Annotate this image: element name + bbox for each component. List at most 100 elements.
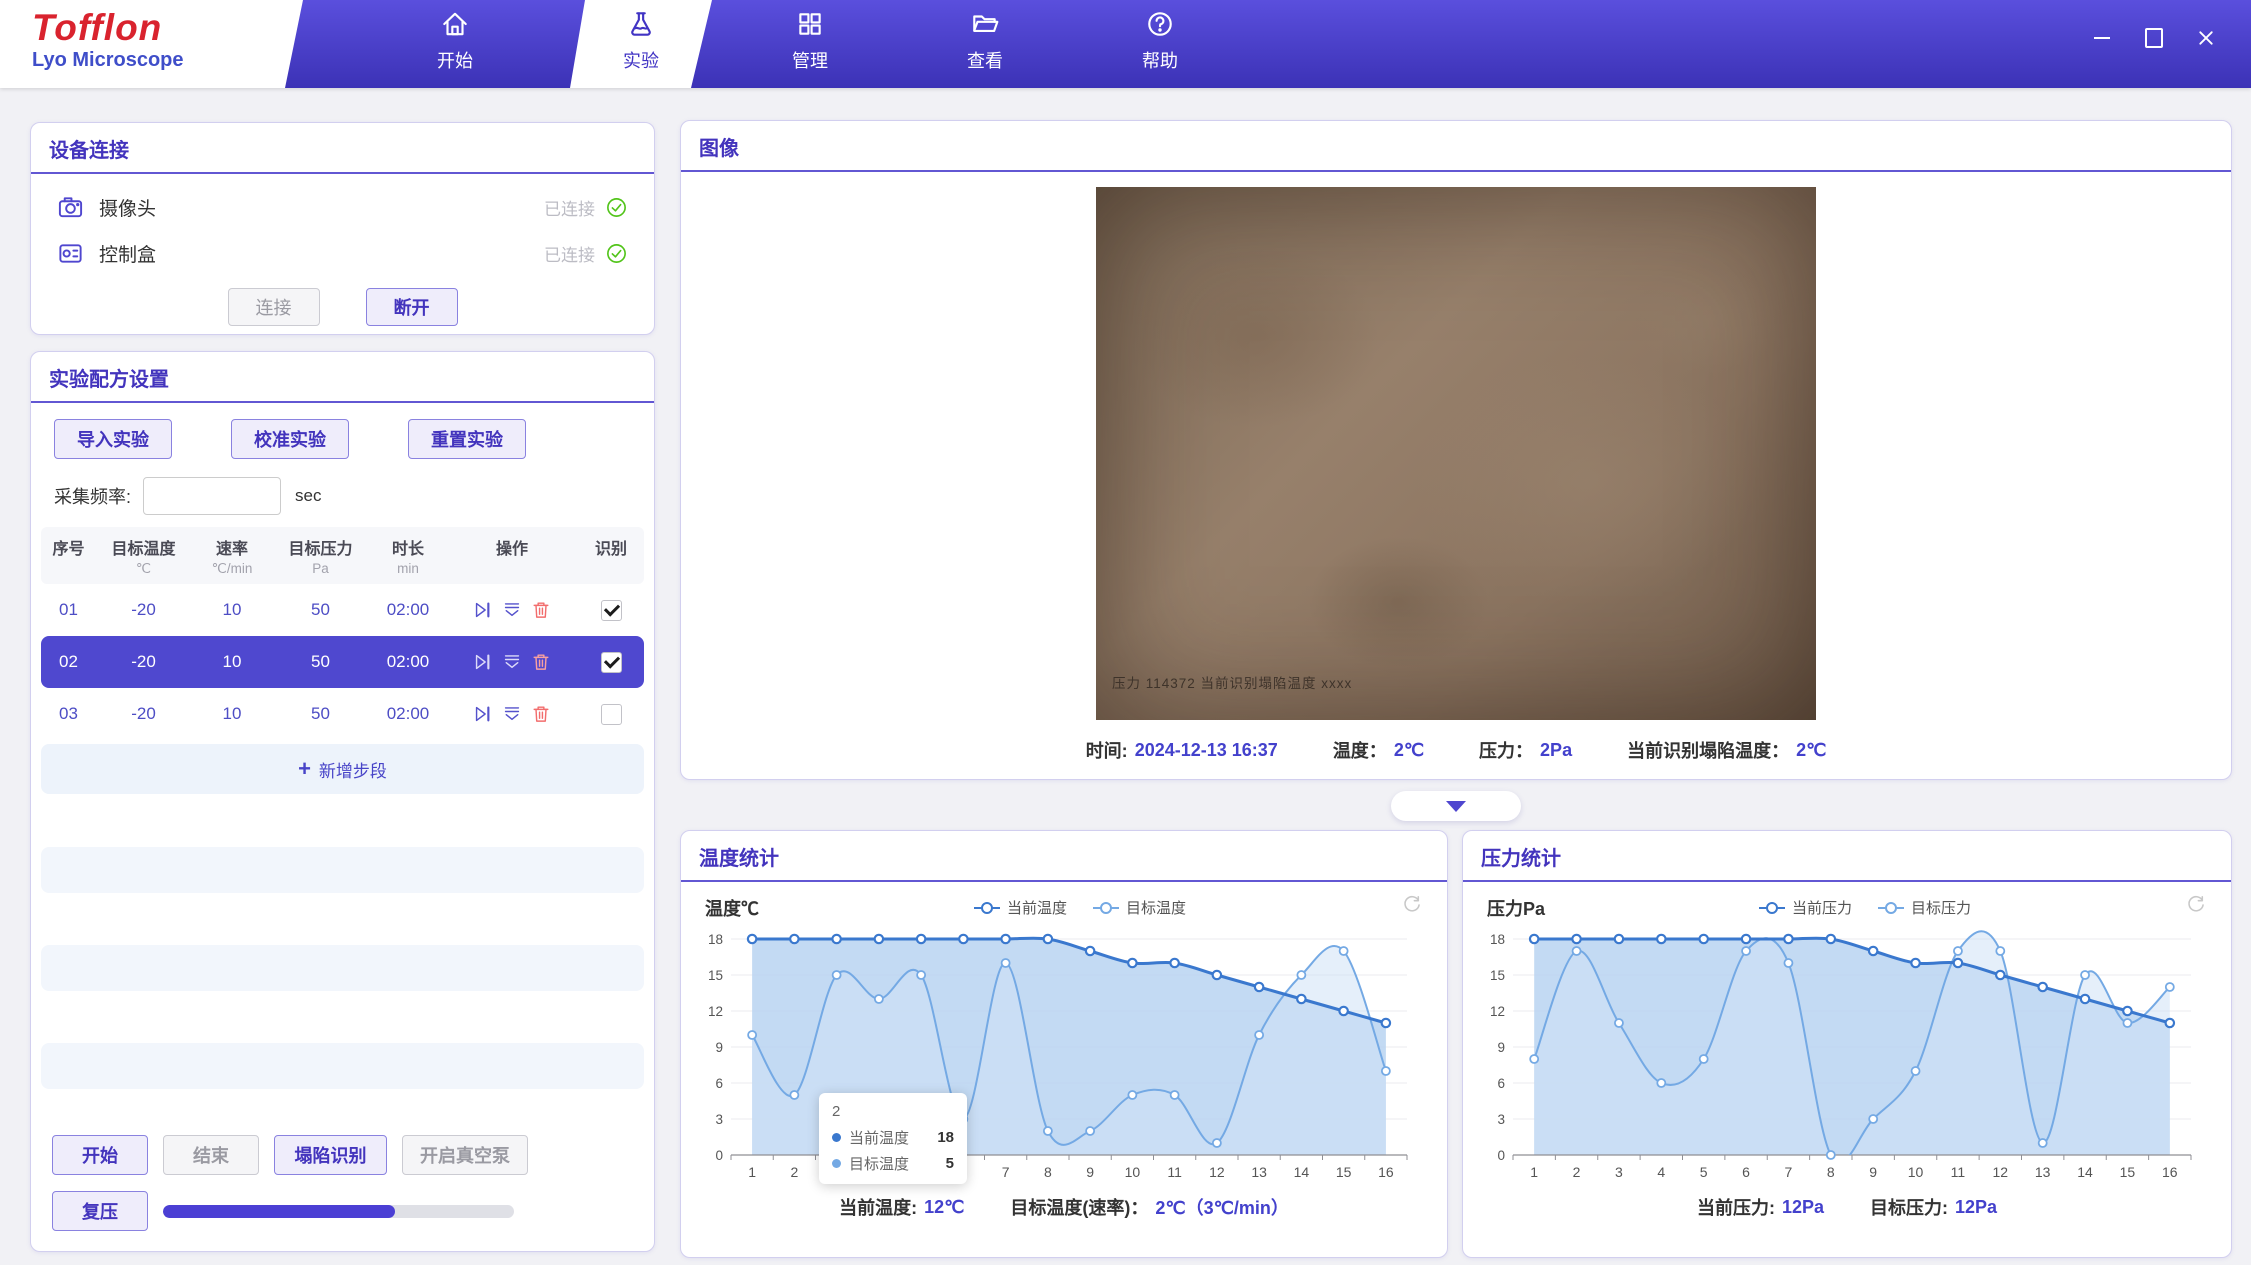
svg-text:10: 10: [1908, 1164, 1924, 1180]
svg-text:16: 16: [2162, 1164, 2178, 1180]
tab-帮助[interactable]: 帮助: [1100, 9, 1220, 73]
detect-checkbox[interactable]: [601, 704, 622, 725]
stack-collapse-button[interactable]: [502, 652, 522, 672]
flask-icon: [626, 9, 656, 39]
refresh-button[interactable]: [1401, 894, 1423, 921]
nav-bar: 开始 实验管理 查看帮助: [262, 0, 2251, 88]
nav-item-label: 管理: [750, 47, 870, 73]
step-row[interactable]: 02-20105002:00: [41, 636, 644, 688]
column-header-label: 序号: [41, 535, 96, 559]
legend-marker: [1878, 902, 1904, 914]
maximize-button[interactable]: [2143, 27, 2165, 49]
legend-item[interactable]: 目标压力: [1878, 897, 1971, 918]
vacuum-pump-button[interactable]: 开启真空泵: [402, 1135, 528, 1175]
stop-button[interactable]: 结束: [163, 1135, 259, 1175]
tooltip-series-name: 当前温度: [849, 1127, 909, 1148]
legend-item[interactable]: 目标温度: [1093, 897, 1186, 918]
progress-bar-fill: [163, 1205, 395, 1218]
status-label: 当前识别塌陷温度：: [1627, 737, 1789, 763]
svg-text:9: 9: [715, 1040, 723, 1055]
skip-to-end-button[interactable]: [473, 652, 493, 672]
trash-button[interactable]: [531, 600, 551, 620]
trash-button[interactable]: [531, 652, 551, 672]
image-panel-header: 图像: [681, 121, 2231, 172]
add-step-button[interactable]: + 新增步段: [41, 744, 644, 794]
steps-table-header: 序号目标温度℃速率℃/min目标压力Pa时长min操作识别: [41, 527, 644, 584]
svg-text:0: 0: [1497, 1148, 1505, 1163]
tooltip-row: 当前温度18: [832, 1127, 954, 1148]
step-cell-rate: 10: [191, 704, 273, 724]
legend-marker: [974, 902, 1000, 914]
stack-collapse-button[interactable]: [502, 704, 522, 724]
svg-text:13: 13: [2035, 1164, 2051, 1180]
chart-footer-segment: 目标温度(速率)：2℃（3℃/min）: [1010, 1194, 1288, 1220]
trash-button[interactable]: [531, 704, 551, 724]
skip-to-end-icon: [473, 652, 493, 672]
connect-button[interactable]: 连接: [228, 288, 320, 326]
detect-checkbox[interactable]: [601, 652, 622, 673]
svg-text:18: 18: [1490, 932, 1505, 947]
import-experiment-button[interactable]: 导入实验: [54, 419, 172, 459]
column-header: 操作: [448, 535, 576, 577]
tooltip-series-dot: [832, 1159, 841, 1168]
reset-experiment-button[interactable]: 重置实验: [408, 419, 526, 459]
sampling-frequency-unit: sec: [295, 486, 321, 506]
chart-footer: 当前温度:12℃目标温度(速率)：2℃（3℃/min）: [681, 1194, 1447, 1220]
disconnect-button[interactable]: 断开: [366, 288, 458, 326]
folder-icon: [970, 9, 1000, 39]
skip-to-end-button[interactable]: [473, 600, 493, 620]
status-value: 2℃: [1796, 740, 1826, 761]
step-row[interactable]: 01-20105002:00: [41, 584, 644, 636]
step-cell-temp: -20: [96, 704, 191, 724]
image-status-bar: 时间:2024-12-13 16:37温度：2℃压力：2Pa当前识别塌陷温度：2…: [681, 737, 2231, 763]
trash-icon: [531, 704, 551, 724]
image-overlay-text: 压力 114372 当前识别塌陷温度 xxxx: [1112, 672, 1352, 692]
skip-to-end-button[interactable]: [473, 704, 493, 724]
start-button[interactable]: 开始: [52, 1135, 148, 1175]
chart-plot-area: 0369121518123456789101112131415162当前温度18…: [691, 925, 1437, 1188]
svg-text:7: 7: [1002, 1164, 1010, 1180]
step-operations: [448, 704, 576, 724]
status-segment: 当前识别塌陷温度： 2℃: [1627, 737, 1826, 763]
legend-item[interactable]: 当前压力: [1759, 897, 1852, 918]
tooltip-series-dot: [832, 1133, 841, 1142]
column-header: 序号: [41, 535, 96, 577]
trash-icon: [531, 652, 551, 672]
tab-查看[interactable]: 查看: [925, 9, 1045, 73]
step-operations: [448, 600, 576, 620]
legend-marker: [1093, 902, 1119, 914]
stack-collapse-icon: [502, 600, 522, 620]
column-header: 时长min: [368, 535, 448, 577]
column-header-unit: [448, 561, 576, 577]
svg-text:5: 5: [1700, 1164, 1708, 1180]
tab-管理[interactable]: 管理: [750, 9, 870, 73]
minimize-button[interactable]: [2091, 27, 2113, 49]
tab-开始[interactable]: 开始: [395, 9, 515, 73]
collapse-detect-button[interactable]: 塌陷识别: [274, 1135, 387, 1175]
step-cell-rate: 10: [191, 652, 273, 672]
step-cell-temp: -20: [96, 600, 191, 620]
refresh-button[interactable]: [2185, 894, 2207, 921]
sampling-frequency-input[interactable]: [143, 477, 281, 515]
column-header-unit: [576, 561, 646, 577]
stack-collapse-button[interactable]: [502, 600, 522, 620]
legend-label: 目标温度: [1126, 897, 1186, 918]
nav-item-label: 开始: [395, 47, 515, 73]
close-button[interactable]: [2195, 27, 2217, 49]
charts-collapse-handle[interactable]: [1391, 791, 1521, 821]
svg-text:3: 3: [1497, 1112, 1505, 1127]
device-row: 控制盒已连接: [57, 230, 628, 276]
calibrate-experiment-button[interactable]: 校准实验: [231, 419, 349, 459]
detect-checkbox[interactable]: [601, 600, 622, 621]
column-header-label: 目标压力: [273, 535, 368, 559]
chart-panel-temperature: 温度统计温度℃当前温度目标温度0369121518123456789101112…: [680, 830, 1448, 1258]
legend-item[interactable]: 当前温度: [974, 897, 1067, 918]
status-value: 2Pa: [1540, 740, 1572, 761]
step-cell-no: 03: [41, 704, 96, 724]
legend-label: 当前压力: [1792, 897, 1852, 918]
repressure-button[interactable]: 复压: [52, 1191, 148, 1231]
column-header: 速率℃/min: [191, 535, 273, 577]
step-row[interactable]: 03-20105002:00: [41, 688, 644, 740]
step-cell-rate: 10: [191, 600, 273, 620]
tab-实验[interactable]: 实验: [581, 9, 701, 73]
